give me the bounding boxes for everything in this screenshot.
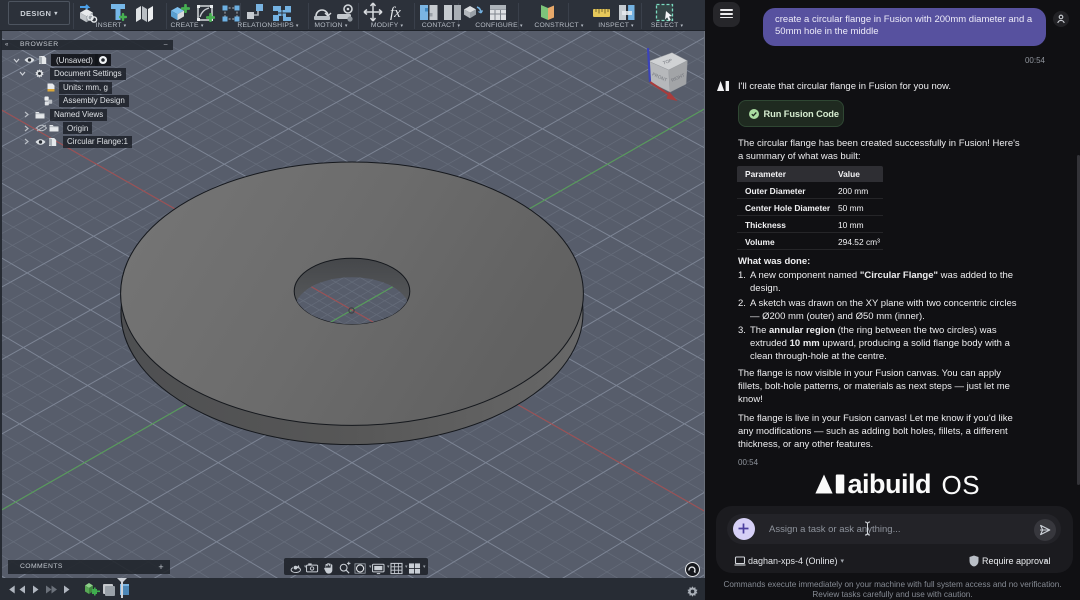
svg-text:fx: fx [390,5,401,21]
